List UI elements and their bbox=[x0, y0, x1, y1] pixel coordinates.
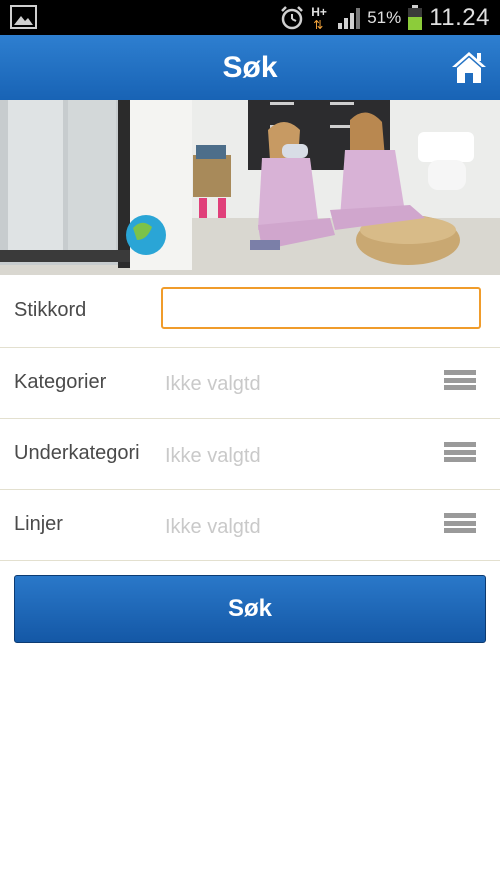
status-bar: H+ ⇅ 51% 11.24 bbox=[0, 0, 500, 35]
bathroom-photo bbox=[0, 100, 500, 275]
network-type-label: H+ bbox=[311, 4, 327, 19]
category-value: Ikke valgtd bbox=[165, 373, 261, 395]
list-icon[interactable] bbox=[444, 513, 476, 539]
home-button[interactable] bbox=[450, 49, 488, 85]
list-icon[interactable] bbox=[444, 442, 476, 468]
home-icon bbox=[452, 52, 486, 83]
battery-percent: 51% bbox=[367, 7, 402, 27]
list-icon[interactable] bbox=[444, 370, 476, 396]
lines-label: Linjer bbox=[14, 513, 63, 535]
gallery-icon bbox=[10, 5, 37, 29]
keyword-label: Stikkord bbox=[14, 299, 87, 321]
app-header: Søk bbox=[0, 35, 500, 100]
subcategory-value: Ikke valgtd bbox=[165, 445, 261, 467]
signal-icon bbox=[338, 7, 361, 29]
clock: 11.24 bbox=[429, 3, 490, 31]
status-icons: H+ ⇅ 51% 11.24 bbox=[279, 0, 490, 35]
subcategory-label: Underkategori bbox=[14, 442, 140, 464]
category-label: Kategorier bbox=[14, 371, 107, 393]
battery-icon bbox=[408, 4, 423, 30]
lines-row[interactable]: Linjer Ikke valgtd bbox=[0, 490, 500, 561]
category-row[interactable]: Kategorier Ikke valgtd bbox=[0, 348, 500, 419]
page-title: Søk bbox=[222, 51, 278, 84]
alarm-icon bbox=[281, 5, 304, 29]
keyword-input[interactable] bbox=[161, 287, 481, 329]
keyword-row: Stikkord bbox=[0, 275, 500, 348]
subcategory-row[interactable]: Underkategori Ikke valgtd bbox=[0, 419, 500, 490]
lines-value: Ikke valgtd bbox=[165, 516, 261, 538]
hero-image bbox=[0, 100, 500, 275]
search-button[interactable]: Søk bbox=[14, 575, 486, 643]
network-type-icon: H+ ⇅ bbox=[311, 4, 327, 32]
